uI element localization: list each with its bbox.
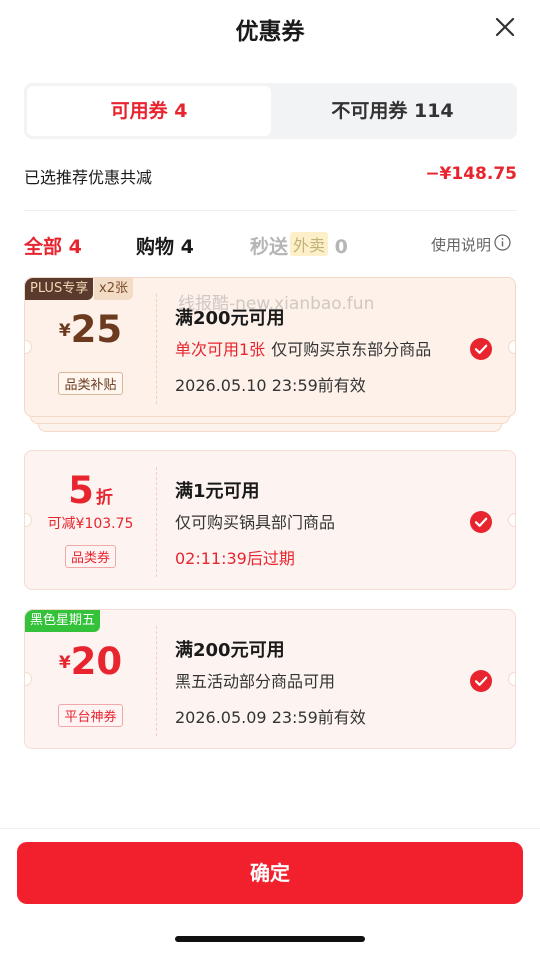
coupon-validity: 2026.05.10 23:59前有效 (175, 376, 366, 395)
discount-summary: 已选推荐优惠共减 −¥148.75 (24, 162, 517, 188)
home-indicator (175, 936, 365, 942)
checkmark-icon[interactable] (469, 510, 493, 534)
sheet-header: 优惠券 (0, 0, 540, 58)
coupon-value: ¥25 (25, 308, 156, 351)
coupon-threshold: 满200元可用 (175, 640, 285, 661)
ticket-notch (508, 340, 515, 354)
coupon-validity: 2026.05.09 23:59前有效 (175, 708, 366, 727)
coupon-card[interactable]: 黑色星期五 ¥20 平台神券 满200元可用 黑五活动部分商品可用 2026.0… (24, 609, 516, 749)
summary-amount: −¥148.75 (425, 164, 517, 184)
usage-instructions-link[interactable]: 使用说明 (431, 234, 491, 255)
currency-symbol: ¥ (58, 653, 71, 673)
coupon-scope: 仅可购买锅具部门商品 (175, 513, 336, 532)
tab-available[interactable]: 可用券 4 (27, 86, 271, 136)
coupon-type-badge: 品类补贴 (58, 372, 123, 395)
coupon-limit: 单次可用1张 (175, 340, 266, 359)
info-icon[interactable] (494, 234, 511, 251)
coupon-threshold: 满1元可用 (175, 481, 260, 502)
footer-divider (0, 828, 540, 829)
watermark-text: 线报酷-new.xianbao.fun (178, 294, 375, 314)
coupon-value: 5折 (25, 469, 156, 512)
coupon-type-badge: 品类券 (64, 545, 116, 568)
coupon-condition: 满1元可用 (175, 477, 260, 503)
filter-all[interactable]: 全部 4 (24, 232, 82, 259)
coupon-scope: 单次可用1张 仅可购买京东部分商品 (175, 336, 431, 360)
coupon-discount-rate: 5 (68, 469, 94, 512)
coupon-expiry-countdown: 02:11:39后过期 (175, 549, 295, 568)
coupon-type: 平台神券 (25, 704, 156, 727)
filter-flash-label: 秒送 (250, 236, 289, 258)
confirm-button[interactable]: 确定 (17, 842, 523, 904)
coupon-scope-text: 仅可购买京东部分商品 (271, 340, 432, 359)
black-friday-tag: 黑色星期五 (25, 610, 101, 632)
close-icon[interactable] (494, 16, 516, 38)
ticket-notch (508, 513, 515, 527)
category-filters: 全部 4 购物 4 秒送 外卖 0 使用说明 (24, 228, 517, 260)
divider (24, 210, 517, 211)
ticket-separator (156, 626, 157, 736)
filter-flash-delivery[interactable]: 秒送 外卖 0 (250, 232, 348, 259)
coupon-value: ¥20 (25, 640, 156, 683)
ticket-separator (156, 467, 157, 577)
sheet-title: 优惠券 (235, 19, 305, 45)
coupon-type-badge: 平台神券 (58, 704, 123, 727)
coupon-card[interactable]: 5折 可减¥103.75 品类券 满1元可用 仅可购买锅具部门商品 02:11:… (24, 450, 516, 590)
ticket-separator (156, 294, 157, 404)
filter-flash-count: 0 (334, 236, 348, 258)
currency-symbol: ¥ (58, 321, 71, 341)
coupon-amount: 25 (70, 308, 123, 351)
filter-flash-tag: 外卖 (290, 232, 329, 256)
discount-unit: 折 (95, 488, 113, 508)
summary-label: 已选推荐优惠共减 (24, 168, 153, 187)
coupon-scope: 黑五活动部分商品可用 (175, 672, 336, 691)
coupon-quantity-tag: x2张 (94, 278, 133, 300)
ticket-notch (508, 672, 515, 686)
coupon-type: 品类券 (25, 545, 156, 568)
coupon-condition: 满200元可用 (175, 636, 285, 662)
tab-unavailable[interactable]: 不可用券 114 (271, 86, 514, 136)
checkmark-icon[interactable] (469, 669, 493, 693)
coupon-tabs: 可用券 4 不可用券 114 (24, 83, 517, 139)
filter-shopping[interactable]: 购物 4 (136, 232, 194, 259)
coupon-saving: 可减¥103.75 (47, 516, 134, 532)
plus-exclusive-tag: PLUS专享 (25, 278, 94, 300)
coupon-amount: 20 (70, 640, 123, 683)
checkmark-icon[interactable] (469, 337, 493, 361)
coupon-type: 品类补贴 (25, 372, 156, 395)
